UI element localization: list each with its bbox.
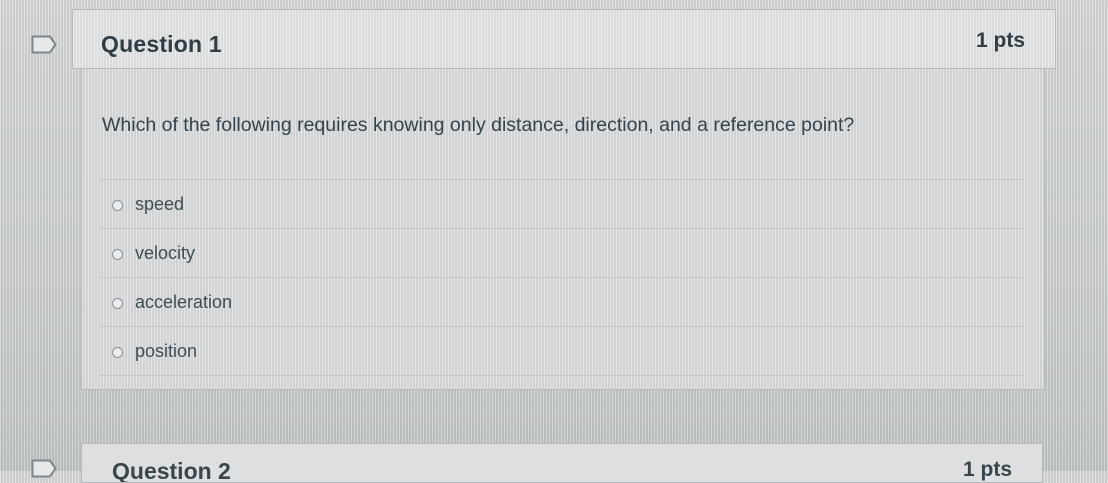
radio-unselected-icon[interactable] xyxy=(112,298,123,309)
question-header: Question 1 1 pts xyxy=(72,9,1056,69)
question-title: Question 1 xyxy=(101,31,222,57)
answer-option-position[interactable]: position xyxy=(99,326,1024,376)
question-points: 1 pts xyxy=(975,29,1025,52)
flag-question-icon[interactable] xyxy=(31,459,57,478)
answer-label[interactable]: velocity xyxy=(135,243,195,264)
answer-option-velocity[interactable]: velocity xyxy=(99,228,1024,277)
next-question-card: Question 2 1 pts xyxy=(81,443,1043,483)
answer-label[interactable]: speed xyxy=(135,194,184,215)
radio-unselected-icon[interactable] xyxy=(112,200,123,211)
answer-label[interactable]: position xyxy=(135,341,197,362)
answer-label[interactable]: acceleration xyxy=(135,292,232,313)
question-text: Which of the following requires knowing … xyxy=(102,114,855,136)
answer-list: speed velocity acceleration position xyxy=(99,179,1024,376)
radio-unselected-icon[interactable] xyxy=(112,249,123,260)
question-card: Question 1 1 pts Which of the following … xyxy=(72,9,1056,390)
next-question-points: 1 pts xyxy=(962,458,1012,481)
question-body: Which of the following requires knowing … xyxy=(81,69,1045,390)
flag-question-icon[interactable] xyxy=(31,35,57,54)
answer-option-speed[interactable]: speed xyxy=(99,179,1024,228)
answer-option-acceleration[interactable]: acceleration xyxy=(99,277,1024,326)
radio-unselected-icon[interactable] xyxy=(112,347,123,358)
